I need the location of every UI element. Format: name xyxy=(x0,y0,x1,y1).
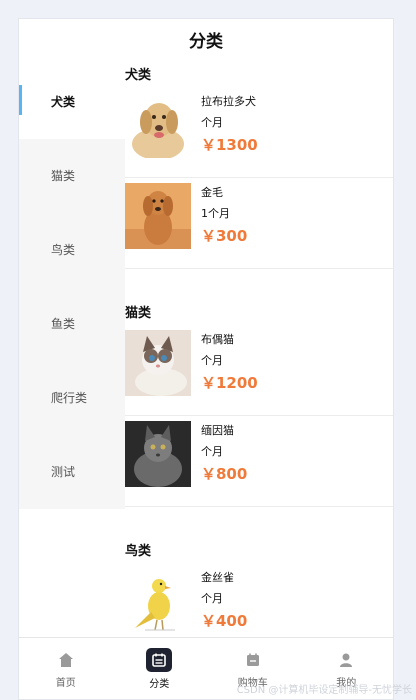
product-age: 个月 xyxy=(201,445,223,458)
canary-image xyxy=(125,568,191,634)
product-item[interactable]: 拉布拉多犬 个月 ￥1300 xyxy=(125,87,393,178)
maine-coon-image xyxy=(125,421,191,487)
product-age: 个月 xyxy=(201,354,223,367)
product-age: 个月 xyxy=(201,592,223,605)
tab-home[interactable]: 首页 xyxy=(19,638,113,699)
section-title: 犬类 xyxy=(125,68,152,83)
section-title: 鸟类 xyxy=(125,544,152,559)
product-list: 犬类 拉布拉多犬 个月 ￥1300 金毛 1个月 ￥300 猫类 布偶猫 个月 … xyxy=(125,65,393,637)
product-item[interactable]: 金毛 1个月 ￥300 xyxy=(125,178,393,269)
section-title: 猫类 xyxy=(125,306,152,321)
page-title: 分类 xyxy=(189,32,223,52)
product-item[interactable]: 金丝雀 个月 ￥400 xyxy=(125,563,393,637)
category-sidebar: 犬类 猫类 鸟类 鱼类 爬行类 测试 xyxy=(19,65,125,509)
product-age: 1个月 xyxy=(201,207,230,220)
sidebar-item-test[interactable]: 测试 xyxy=(19,435,125,509)
product-name: 缅因猫 xyxy=(201,424,234,437)
product-item[interactable]: 缅因猫 个月 ￥800 xyxy=(125,416,393,507)
product-price: ￥1200 xyxy=(201,374,258,392)
product-name: 布偶猫 xyxy=(201,333,234,346)
app-screen: 分类 犬类 猫类 鸟类 鱼类 爬行类 测试 犬类 拉布拉多犬 个月 ￥1300 … xyxy=(18,18,394,700)
product-price: ￥400 xyxy=(201,612,248,630)
section-dogs: 犬类 拉布拉多犬 个月 ￥1300 金毛 1个月 ￥300 xyxy=(125,65,393,269)
labrador-image xyxy=(125,92,191,158)
watermark: CSDN @计算机毕设定制辅导-无忧学长 xyxy=(236,685,412,696)
tab-category[interactable]: 分类 xyxy=(113,638,207,699)
cart-icon xyxy=(242,649,264,671)
category-icon xyxy=(146,647,173,672)
ragdoll-cat-image xyxy=(125,330,191,396)
tab-label: 首页 xyxy=(55,677,76,689)
user-icon xyxy=(335,649,357,671)
sidebar-item-fish[interactable]: 鱼类 xyxy=(19,287,125,361)
tab-label: 分类 xyxy=(149,678,170,690)
sidebar-item-cats[interactable]: 猫类 xyxy=(19,139,125,213)
product-name: 金毛 xyxy=(201,186,223,199)
product-item[interactable]: 布偶猫 个月 ￥1200 xyxy=(125,325,393,416)
product-price: ￥1300 xyxy=(201,136,258,154)
sidebar-item-reptiles[interactable]: 爬行类 xyxy=(19,361,125,435)
product-age: 个月 xyxy=(201,116,223,129)
section-birds: 鸟类 金丝雀 个月 ￥400 xyxy=(125,541,393,637)
product-price: ￥800 xyxy=(201,465,248,483)
section-cats: 猫类 布偶猫 个月 ￥1200 缅因猫 个月 ￥800 xyxy=(125,303,393,507)
sidebar-item-birds[interactable]: 鸟类 xyxy=(19,213,125,287)
product-name: 金丝雀 xyxy=(201,571,234,584)
product-price: ￥300 xyxy=(201,227,248,245)
product-name: 拉布拉多犬 xyxy=(201,95,256,108)
sidebar-item-dogs[interactable]: 犬类 xyxy=(19,65,125,139)
home-icon xyxy=(55,649,77,671)
golden-retriever-image xyxy=(125,183,191,249)
